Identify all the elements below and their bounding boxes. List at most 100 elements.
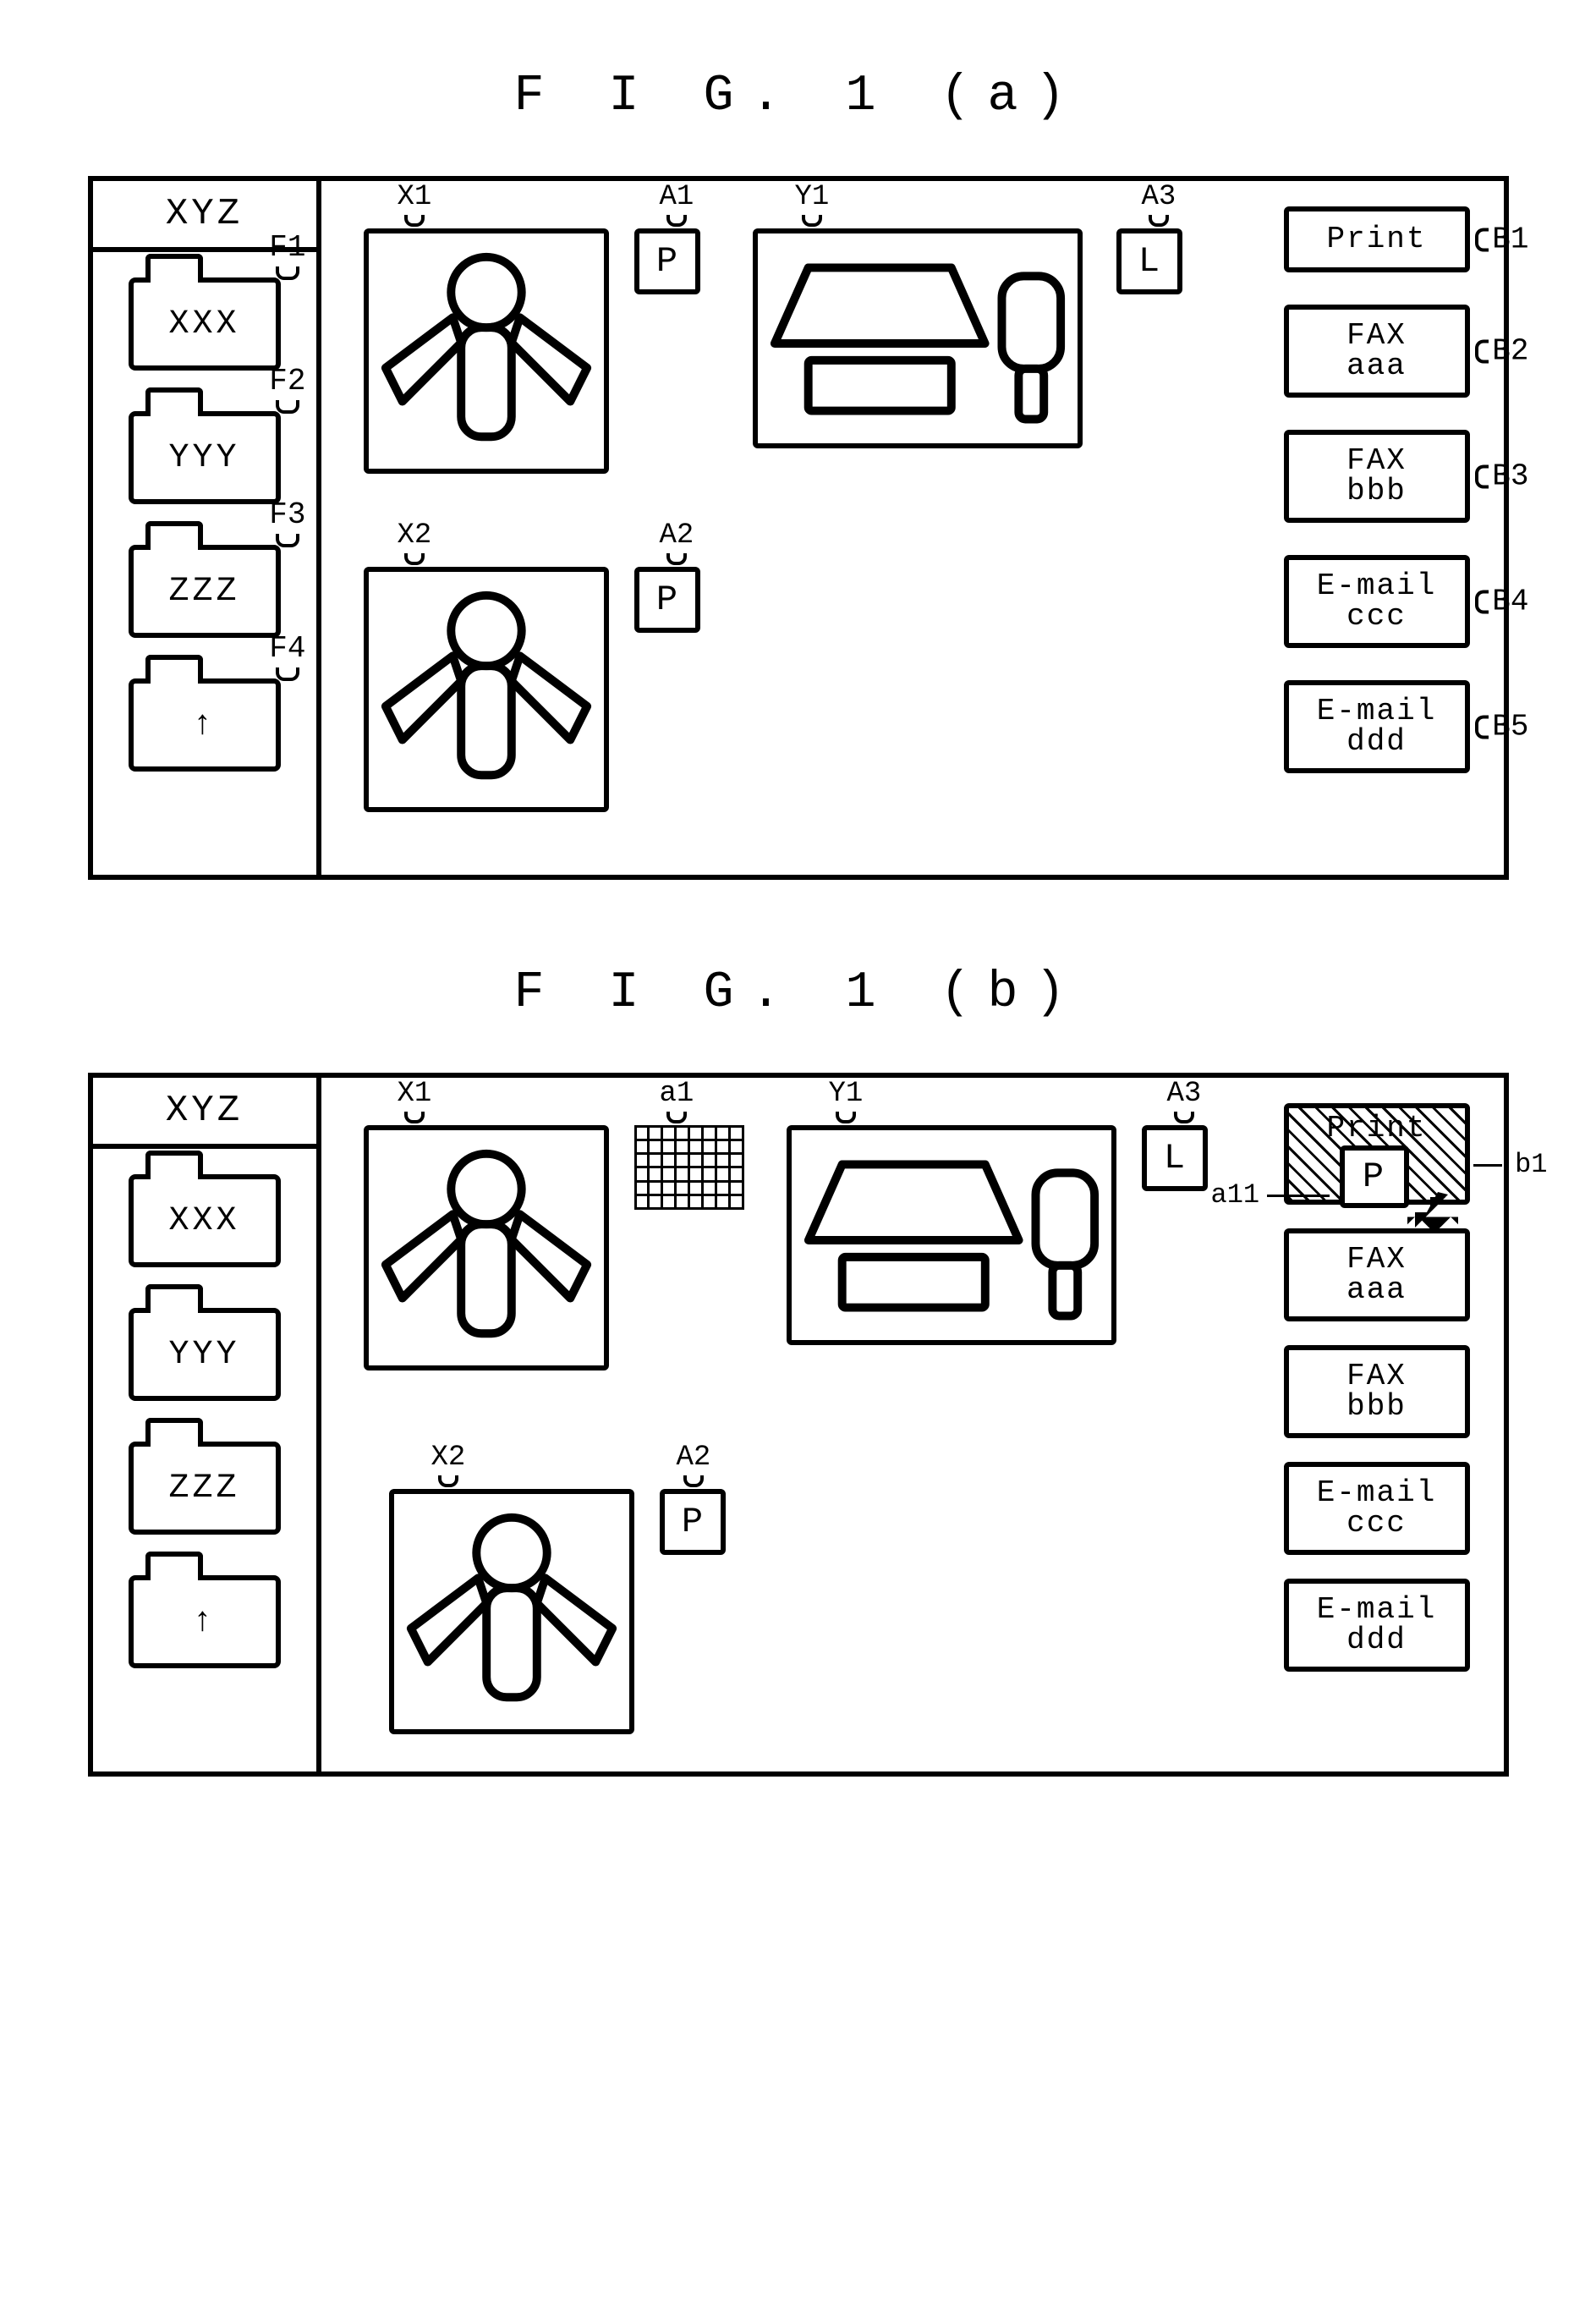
folder-text: XXX: [168, 1202, 239, 1240]
dest-subtext: bbb: [1346, 1392, 1407, 1422]
landscape-icon: [792, 1130, 1111, 1340]
orient-a2-val: P: [656, 579, 677, 620]
dest-text: FAX: [1346, 1361, 1407, 1392]
dest-print-drop[interactable]: Print P: [1284, 1103, 1470, 1205]
dest-fax-aaa[interactable]: FAXaaa: [1284, 1228, 1470, 1321]
folder-text: ZZZ: [168, 573, 239, 611]
callout-line: [1473, 1164, 1502, 1167]
thumb-x1[interactable]: [364, 228, 609, 474]
dest-email-ccc[interactable]: E-mailccc: [1284, 1462, 1470, 1555]
sidebar-header: XYZ: [93, 1078, 316, 1149]
dest-email-ddd[interactable]: E-mailddd: [1284, 1579, 1470, 1672]
thumb-x2-label: X2: [431, 1442, 466, 1487]
folder-text: ↑: [192, 1603, 216, 1641]
workspace: X1 a1 Y1: [321, 1078, 1504, 1771]
callout-a11: a11: [1211, 1179, 1260, 1211]
destination-list: Print B1 FAXaaa B2 FAXbbb B3 E-mailccc B…: [1284, 206, 1470, 773]
orient-a2-val: P: [682, 1502, 703, 1542]
window-fig-b: XYZ XXX YYY ZZZ ↑ X1: [88, 1073, 1509, 1777]
figure-a-title: F I G. 1 (a): [34, 68, 1562, 125]
orient-a2[interactable]: P: [634, 567, 700, 633]
dragged-p-box[interactable]: P: [1340, 1145, 1409, 1208]
folder-yyy[interactable]: F2 YYY: [129, 411, 281, 504]
folder-xxx[interactable]: F1 XXX: [129, 277, 281, 371]
folder-xxx[interactable]: XXX: [129, 1174, 281, 1267]
dest-tag: B1: [1475, 222, 1528, 257]
dest-tag: B5: [1475, 710, 1528, 744]
thumb-x2[interactable]: [389, 1489, 634, 1734]
sidebar: XYZ XXX YYY ZZZ ↑: [93, 1078, 321, 1771]
dest-fax-bbb[interactable]: FAXbbb: [1284, 1345, 1470, 1438]
thumb-x1[interactable]: [364, 1125, 609, 1370]
folder-zzz[interactable]: F3 ZZZ: [129, 545, 281, 638]
window-fig-a: XYZ F1 XXX F2 YYY F3 ZZZ F4 ↑ X1: [88, 176, 1509, 880]
folder-text: YYY: [168, 439, 239, 477]
dest-email-ccc[interactable]: E-mailccc: [1284, 555, 1470, 648]
dest-fax-bbb[interactable]: FAXbbb: [1284, 430, 1470, 523]
workspace: X1 A1 P Y1 A3 L X2: [321, 181, 1504, 875]
dest-text: E-mail: [1317, 1595, 1437, 1625]
folder-text: XXX: [168, 305, 239, 343]
person-icon: [394, 1494, 629, 1729]
folder-text: ZZZ: [168, 1469, 239, 1508]
figure-b-title: F I G. 1 (b): [34, 964, 1562, 1022]
callout-b1: b1: [1515, 1149, 1547, 1180]
dest-text: FAX: [1346, 321, 1407, 351]
person-icon: [369, 233, 604, 469]
dest-tag: B3: [1475, 459, 1528, 494]
destination-list: Print P b1 a11 FAXaaa: [1284, 1103, 1470, 1672]
thumb-x1-label: X1: [398, 181, 432, 227]
dragged-p-text: P: [1363, 1159, 1385, 1195]
orient-a3-val: L: [1138, 241, 1160, 282]
thumb-y1[interactable]: [787, 1125, 1116, 1345]
thumb-x2[interactable]: [364, 567, 609, 812]
landscape-icon: [758, 233, 1078, 443]
orient-a3-tag: A3: [1167, 1078, 1202, 1123]
dest-subtext: ddd: [1346, 727, 1407, 757]
thumb-x1-label: X1: [398, 1078, 432, 1123]
orient-a1[interactable]: P: [634, 228, 700, 294]
folder-tag: F1: [269, 230, 305, 280]
dest-fax-aaa[interactable]: FAXaaa: [1284, 305, 1470, 398]
orient-a1-val: P: [656, 241, 677, 282]
dest-subtext: ccc: [1346, 1508, 1407, 1539]
dest-email-ddd[interactable]: E-mailddd: [1284, 680, 1470, 773]
dest-tag: B2: [1475, 334, 1528, 369]
dest-subtext: bbb: [1346, 476, 1407, 507]
sidebar: XYZ F1 XXX F2 YYY F3 ZZZ F4 ↑: [93, 181, 321, 875]
dest-text: Print: [1289, 1113, 1465, 1144]
orient-a2[interactable]: P: [660, 1489, 726, 1555]
folder-text: ↑: [192, 706, 216, 744]
dest-print[interactable]: Print: [1284, 206, 1470, 272]
thumb-y1[interactable]: [753, 228, 1083, 448]
dest-text: E-mail: [1317, 1478, 1437, 1508]
orient-a3-val: L: [1164, 1138, 1185, 1178]
orient-a3-tag: A3: [1142, 181, 1176, 227]
folder-up[interactable]: F4 ↑: [129, 678, 281, 772]
orient-a3[interactable]: L: [1116, 228, 1182, 294]
orient-a1-tag: A1: [660, 181, 694, 227]
folder-tag: F4: [269, 631, 305, 681]
person-icon: [369, 572, 604, 807]
dest-text: Print: [1326, 224, 1426, 255]
orient-a2-tag: A2: [677, 1442, 711, 1487]
dest-text: FAX: [1346, 446, 1407, 476]
cursor-arrow-icon: [1407, 1184, 1458, 1235]
sidebar-items: F1 XXX F2 YYY F3 ZZZ F4 ↑: [93, 252, 316, 875]
folder-zzz[interactable]: ZZZ: [129, 1442, 281, 1535]
dest-tag: B4: [1475, 585, 1528, 619]
thumb-y1-label: Y1: [795, 181, 830, 227]
thumb-x2-label: X2: [398, 519, 432, 565]
dest-subtext: aaa: [1346, 351, 1407, 382]
orient-a1-ghost: [634, 1125, 744, 1210]
dest-subtext: ddd: [1346, 1625, 1407, 1656]
orient-a3[interactable]: L: [1142, 1125, 1208, 1191]
dest-text: E-mail: [1317, 571, 1437, 601]
folder-yyy[interactable]: YYY: [129, 1308, 281, 1401]
folder-tag: F2: [269, 364, 305, 414]
dest-text: FAX: [1346, 1244, 1407, 1275]
folder-text: YYY: [168, 1336, 239, 1374]
folder-up[interactable]: ↑: [129, 1575, 281, 1668]
sidebar-items: XXX YYY ZZZ ↑: [93, 1149, 316, 1771]
callout-line: [1267, 1195, 1330, 1197]
